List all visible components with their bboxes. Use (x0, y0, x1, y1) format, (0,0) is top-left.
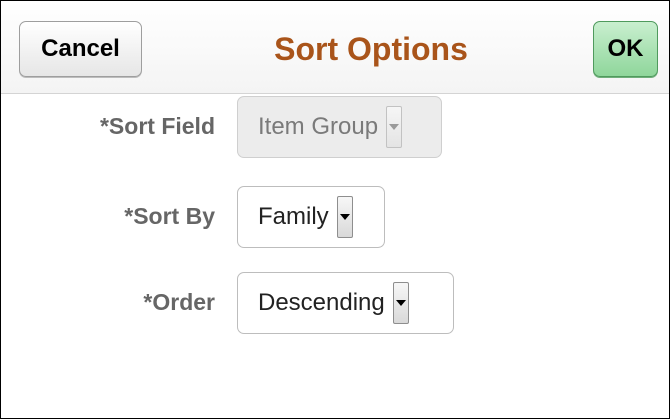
order-dropdown-button[interactable] (392, 282, 409, 324)
sort-by-label: *Sort By (124, 203, 215, 229)
order-select[interactable]: Descending (237, 272, 454, 334)
ok-button[interactable]: OK (593, 21, 658, 77)
chevron-down-icon (395, 300, 406, 306)
sort-field-value: Item Group (258, 113, 379, 140)
sort-options-dialog: Cancel Sort Options OK *Sort Field Item … (0, 0, 670, 419)
order-label: *Order (143, 289, 215, 315)
sort-by-value: Family (258, 203, 329, 230)
cancel-button[interactable]: Cancel (19, 21, 142, 77)
sort-field-select[interactable]: Item Group (237, 96, 442, 158)
chevron-down-icon (389, 124, 400, 130)
sort-by-select[interactable]: Family (237, 186, 385, 248)
dialog-title: Sort Options (274, 30, 468, 67)
dialog-header: Cancel Sort Options OK (1, 1, 669, 94)
sort-field-label: *Sort Field (99, 113, 215, 139)
sort-field-dropdown-button[interactable] (386, 106, 403, 148)
chevron-down-icon (339, 214, 350, 220)
order-value: Descending (258, 289, 385, 316)
sort-by-dropdown-button[interactable] (336, 196, 353, 238)
